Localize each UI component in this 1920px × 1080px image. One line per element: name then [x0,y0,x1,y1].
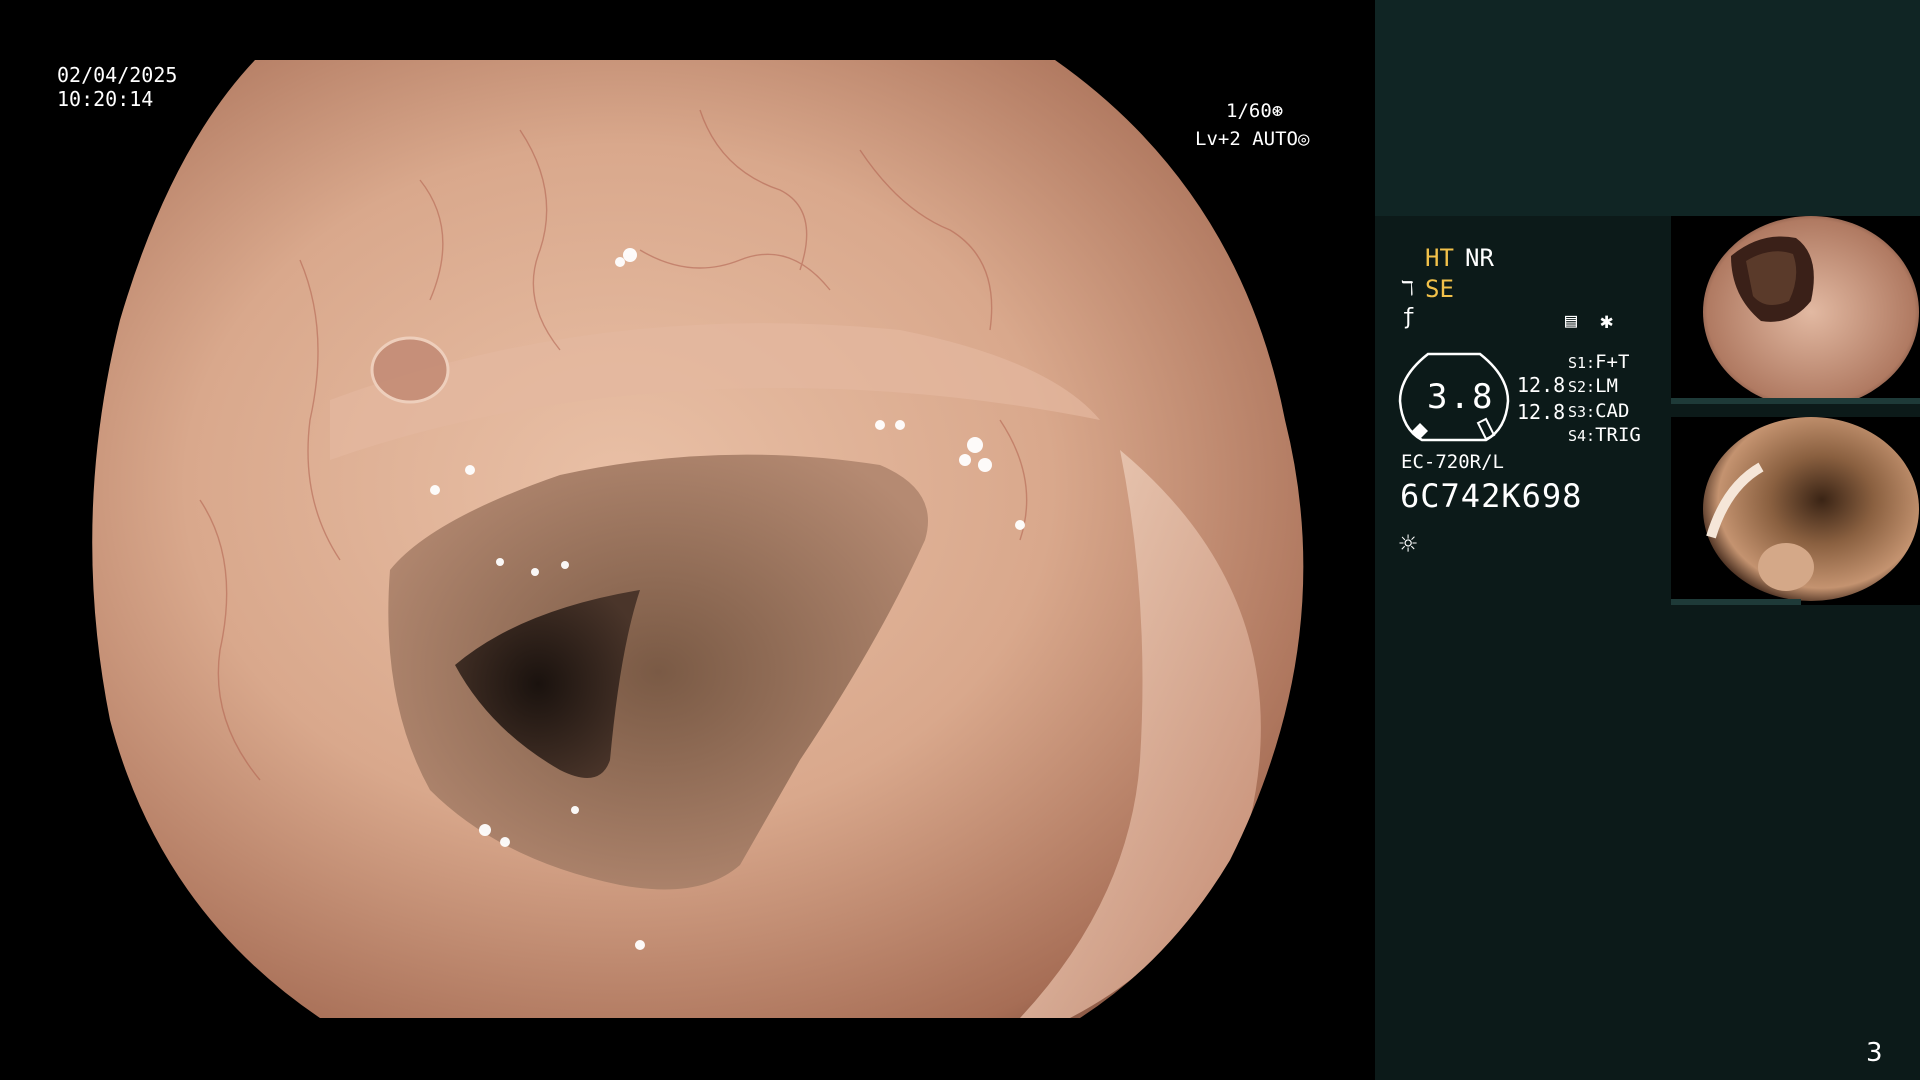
captured-thumbnail-1[interactable] [1671,216,1920,404]
setting-key: S3: [1568,403,1596,421]
shutter-label: 1/60 [1226,100,1272,122]
se-indicator: SE [1425,275,1454,303]
setting-key: S1: [1568,354,1596,372]
setting-key: S4: [1568,427,1596,445]
readout-value-2: 12.8 [1517,400,1566,424]
asterisk-icon: ✱ [1600,309,1614,334]
auto-iris-icon: ◎ [1297,128,1310,150]
captured-thumbnail-2[interactable] [1671,417,1920,605]
thumbnail-image [1671,216,1920,404]
level-readout: Lv+2 AUTO◎ [1195,128,1309,150]
level-label: Lv+2 AUTO [1195,128,1298,150]
gauge-value: 3.8 [1427,377,1495,417]
freeze-icon: ƒ [1402,305,1416,330]
side-panel-header [1375,0,1920,216]
setting-row: S2:LM [1568,375,1618,397]
setting-row: S4:TRIG [1568,424,1641,446]
setting-value: LM [1595,375,1618,397]
thumbnail-image [1671,417,1919,605]
page-number: 3 [1866,1038,1883,1068]
shutter-readout: 1/60⊛ [1226,100,1283,122]
scope-serial: 6C742K698 [1400,477,1583,515]
date-label: 02/04/2025 [57,63,178,87]
setting-key: S2: [1568,378,1596,396]
brightness-icon: ☼ [1399,527,1418,562]
nr-indicator: NR [1465,244,1494,272]
setting-row: S3:CAD [1568,400,1629,422]
scope-model: EC-720R/L [1401,451,1504,473]
time-label: 10:20:14 [57,87,154,111]
structure-enhance-icon: ℸ [1401,276,1414,300]
colon-image [92,60,1304,1018]
setting-row: S1:F+T [1568,351,1629,373]
setting-value: CAD [1595,400,1630,422]
memo-icon: ▤ [1565,308,1578,332]
endoscope-view: 02/04/2025 10:20:14 1/60⊛ Lv+2 AUTO◎ [0,0,1375,1080]
setting-value: TRIG [1595,424,1641,446]
shutter-icon: ⊛ [1271,100,1284,122]
readout-value-1: 12.8 [1517,373,1566,397]
ht-indicator: HT [1425,244,1454,272]
setting-value: F+T [1595,351,1630,373]
